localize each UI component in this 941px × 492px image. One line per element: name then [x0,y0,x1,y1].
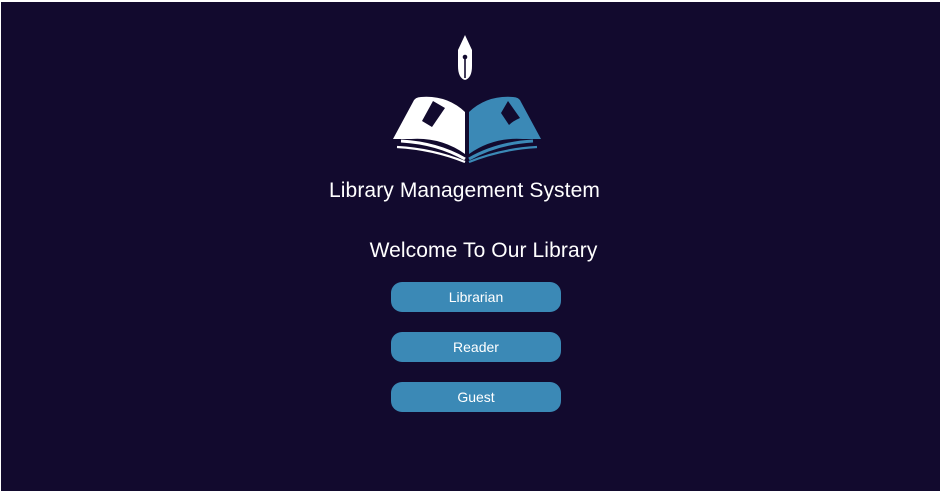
app-title: Library Management System [329,179,600,202]
app-window: Library Management System Welcome To Our… [1,2,940,491]
welcome-heading: Welcome To Our Library [369,239,598,262]
librarian-button[interactable]: Librarian [391,282,561,312]
book-left-page-icon [393,96,466,163]
reader-button[interactable]: Reader [391,332,561,362]
library-logo-icon [393,35,541,163]
book-right-page-icon [468,96,541,163]
guest-button[interactable]: Guest [391,382,561,412]
pen-nib-icon [458,35,472,80]
